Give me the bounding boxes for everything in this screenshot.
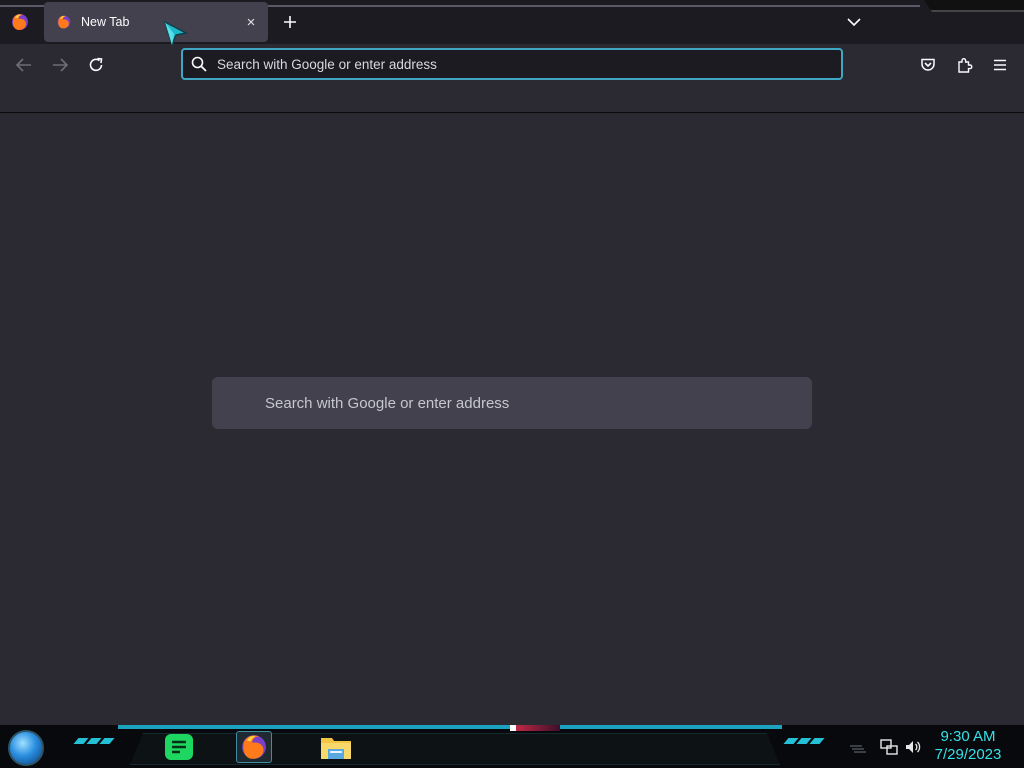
network-icon[interactable] xyxy=(880,738,898,756)
close-icon: × xyxy=(246,13,256,31)
reload-icon xyxy=(89,57,103,72)
close-tab-button[interactable]: × xyxy=(242,13,260,31)
address-bar[interactable] xyxy=(181,48,843,80)
back-button[interactable] xyxy=(11,52,37,78)
save-to-pocket-button[interactable] xyxy=(915,52,941,78)
tab-title: New Tab xyxy=(81,15,130,29)
notes-app-icon xyxy=(165,734,193,760)
file-explorer-icon xyxy=(321,738,351,759)
clock-time: 9:30 AM xyxy=(940,728,996,745)
clock-date: 7/29/2023 xyxy=(934,746,1002,763)
application-menu-button[interactable] xyxy=(987,52,1013,78)
taskbar-chevrons-left xyxy=(73,738,115,744)
chevron-down-icon xyxy=(847,18,861,27)
new-tab-search-input[interactable] xyxy=(265,394,812,412)
list-all-tabs-button[interactable] xyxy=(842,10,866,34)
new-tab-page xyxy=(0,113,1024,725)
new-tab-search-box[interactable] xyxy=(212,377,812,429)
taskbar-chevrons-right xyxy=(783,738,825,744)
navigation-toolbar xyxy=(0,44,1024,86)
tab-new-tab[interactable]: New Tab × xyxy=(44,2,268,42)
reload-button[interactable] xyxy=(83,52,109,78)
hamburger-menu-icon xyxy=(994,59,1006,71)
tab-strip: New Tab × xyxy=(0,0,1024,44)
wallpaper-peek xyxy=(510,725,560,731)
back-arrow-icon xyxy=(16,58,31,72)
plus-icon xyxy=(284,16,296,28)
window-corner-decoration xyxy=(924,0,1024,12)
taskbar-file-explorer-app[interactable] xyxy=(318,731,354,763)
taskbar-notes-app[interactable] xyxy=(161,731,197,763)
show-desktop-icon[interactable] xyxy=(848,738,866,756)
taskbar: 9:30 AM 7/29/2023 xyxy=(0,725,1024,768)
taskbar-firefox-app[interactable] xyxy=(236,731,272,763)
firefox-icon[interactable] xyxy=(10,12,30,32)
taskbar-accent-line xyxy=(118,725,782,729)
taskbar-center-frame xyxy=(130,733,780,765)
toolbar-spacer xyxy=(0,86,1024,113)
firefox-icon xyxy=(242,735,266,759)
extensions-button[interactable] xyxy=(951,52,977,78)
forward-button[interactable] xyxy=(47,52,73,78)
address-input[interactable] xyxy=(217,56,841,72)
pocket-icon xyxy=(921,58,935,71)
start-button[interactable] xyxy=(8,730,44,766)
firefox-icon xyxy=(57,15,71,29)
forward-arrow-icon xyxy=(53,58,68,72)
volume-icon[interactable] xyxy=(904,738,922,756)
search-icon xyxy=(191,56,207,72)
system-clock[interactable]: 9:30 AM 7/29/2023 xyxy=(928,728,1008,764)
new-tab-button[interactable] xyxy=(278,10,302,34)
extensions-icon xyxy=(957,57,972,73)
